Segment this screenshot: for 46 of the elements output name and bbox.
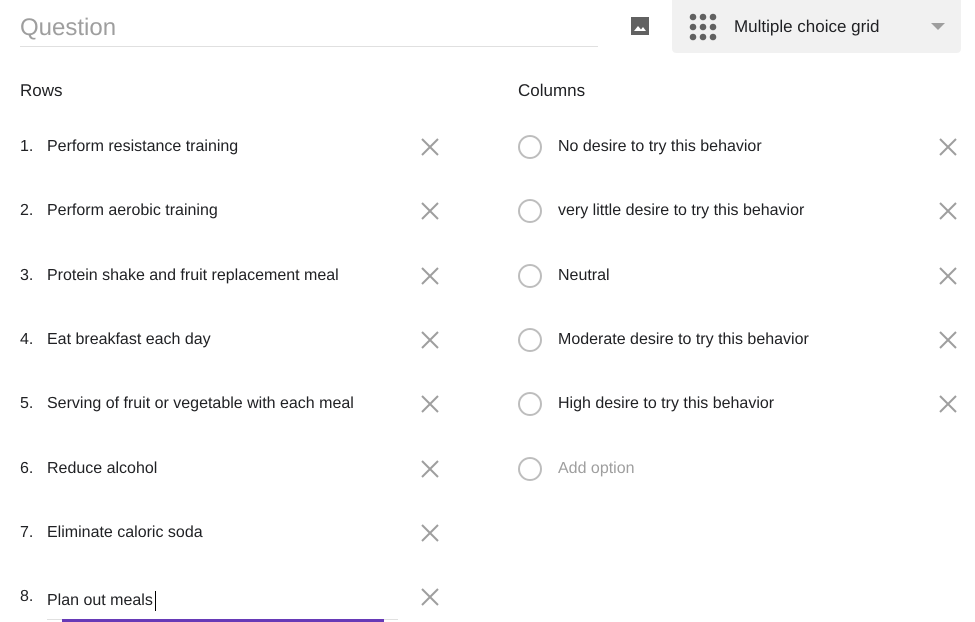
close-icon[interactable]: [938, 266, 958, 286]
row-text-field[interactable]: Perform resistance training: [47, 132, 398, 162]
close-icon[interactable]: [420, 522, 440, 543]
row-number: 2.: [20, 202, 34, 220]
option-text-field[interactable]: No desire to try this behavior: [558, 138, 762, 156]
row-text-field[interactable]: Reduce alcohol: [47, 454, 398, 484]
close-icon[interactable]: [420, 266, 440, 286]
columns-heading: Columns: [518, 81, 586, 102]
close-icon[interactable]: [420, 201, 440, 222]
question-type-dropdown[interactable]: Multiple choice grid: [672, 0, 961, 53]
option-text-field[interactable]: very little desire to try this behavior: [558, 202, 804, 220]
close-icon[interactable]: [420, 587, 440, 608]
radio-icon: [518, 264, 542, 288]
close-icon[interactable]: [420, 137, 440, 158]
row-number: 1.: [20, 138, 34, 156]
row-number: 3.: [20, 266, 34, 285]
radio-icon: [518, 328, 542, 352]
row-text-field[interactable]: Protein shake and fruit replacement meal: [47, 260, 398, 291]
caret-icon: [931, 22, 945, 30]
close-icon[interactable]: [420, 458, 440, 479]
radio-icon: [518, 199, 542, 224]
image-icon[interactable]: [628, 14, 652, 38]
option-text-field[interactable]: Neutral: [558, 266, 610, 284]
row-number: 5.: [20, 395, 34, 414]
close-icon[interactable]: [938, 330, 958, 350]
close-icon[interactable]: [938, 137, 958, 158]
option-text-field[interactable]: Moderate desire to try this behavior: [558, 331, 809, 348]
option-text-field[interactable]: High desire to try this behavior: [558, 395, 774, 412]
row-text-field[interactable]: Plan out meals: [47, 584, 398, 620]
row-number: 8.: [20, 588, 34, 606]
radio-icon: [518, 392, 542, 416]
close-icon[interactable]: [420, 394, 440, 414]
row-text-field[interactable]: Eliminate caloric soda: [47, 518, 398, 548]
radio-icon: [518, 456, 542, 481]
row-text-field[interactable]: Serving of fruit or vegetable with each meal: [47, 389, 398, 420]
close-icon[interactable]: [938, 394, 958, 414]
row-text-field[interactable]: Perform aerobic training: [47, 196, 398, 226]
radio-icon: [518, 135, 542, 160]
row-number: 7.: [20, 524, 34, 542]
row-text-field[interactable]: Eat breakfast each day: [47, 325, 398, 356]
grid-icon: [688, 12, 718, 42]
close-icon[interactable]: [420, 330, 440, 350]
row-number: 6.: [20, 460, 34, 478]
rows-heading: Rows: [20, 81, 63, 102]
row-number: 4.: [20, 331, 34, 350]
close-icon[interactable]: [938, 201, 958, 222]
